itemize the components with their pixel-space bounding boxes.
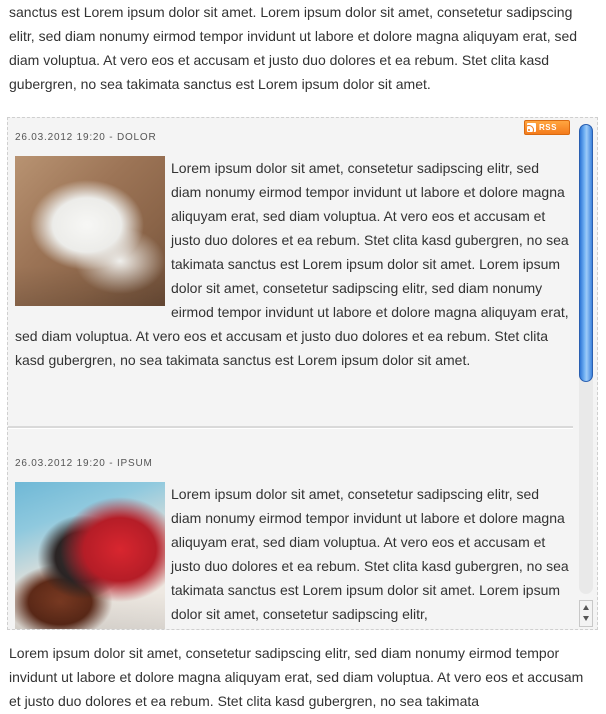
scrollbar-thumb[interactable] xyxy=(579,124,593,382)
thumbnail-shade xyxy=(15,266,165,306)
feed-scrollbar[interactable] xyxy=(579,124,593,627)
rss-badge-label: RSS xyxy=(539,123,557,132)
feed-entry: 26.03.2012 19:20 - IPSUM Lorem ipsum dol… xyxy=(15,458,571,629)
entry-thumbnail-kitten[interactable] xyxy=(15,156,165,306)
intro-paragraph: sanctus est Lorem ipsum dolor sit amet. … xyxy=(9,4,578,92)
entry-date-category: 26.03.2012 19:20 - DOLOR xyxy=(15,132,157,143)
entry-date-category: 26.03.2012 19:20 - IPSUM xyxy=(15,458,153,469)
scroll-up-arrow-icon[interactable] xyxy=(583,605,589,610)
entry-divider xyxy=(8,426,573,429)
entry-thumbnail-cat-teddy[interactable] xyxy=(15,482,165,629)
feed-entry: 26.03.2012 19:20 - DOLOR Lorem ipsum dol… xyxy=(15,132,571,372)
feed-scroll-area[interactable]: RSS 26.03.2012 19:20 - DOLOR Lorem ipsum… xyxy=(8,118,577,629)
rss-feed-widget: RSS 26.03.2012 19:20 - DOLOR Lorem ipsum… xyxy=(7,117,598,630)
thumbnail-shade xyxy=(15,592,165,629)
scrollbar-arrows xyxy=(579,600,593,627)
footer-paragraph: Lorem ipsum dolor sit amet, consetetur s… xyxy=(9,645,584,709)
scrollbar-track[interactable] xyxy=(579,124,593,594)
rss-feed-icon xyxy=(527,123,536,132)
scroll-down-arrow-icon[interactable] xyxy=(583,616,589,621)
